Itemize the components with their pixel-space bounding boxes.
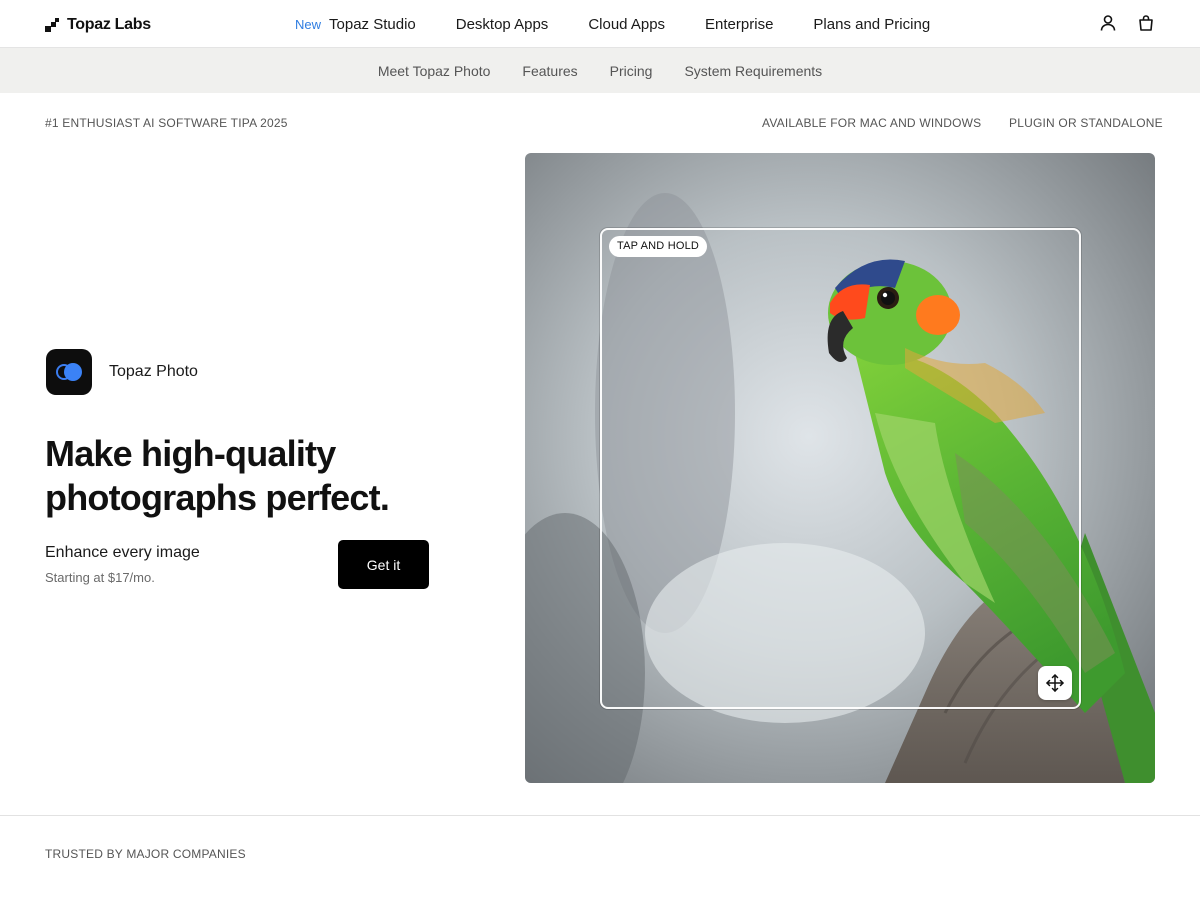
nav-link-cloud-apps[interactable]: Cloud Apps <box>588 16 665 33</box>
mode-label: PLUGIN OR STANDALONE <box>1009 116 1163 130</box>
nav-icons <box>1099 14 1155 32</box>
brand-name: Topaz Labs <box>67 16 151 33</box>
brand-logo[interactable]: Topaz Labs <box>45 16 151 33</box>
subnav-meet-topaz-photo[interactable]: Meet Topaz Photo <box>378 63 491 79</box>
get-it-button[interactable]: Get it <box>338 540 429 589</box>
hero-subheadline: Enhance every image <box>45 544 200 561</box>
account-icon[interactable] <box>1099 14 1117 32</box>
topaz-logo-icon <box>45 18 59 32</box>
price-note: Starting at $17/mo. <box>45 570 155 585</box>
award-label: #1 ENTHUSIAST AI SOFTWARE TIPA 2025 <box>45 116 288 130</box>
topaz-photo-app-icon <box>46 349 92 395</box>
hero-headline: Make high-quality photographs perfect. <box>45 433 390 518</box>
compare-frame[interactable] <box>600 228 1081 709</box>
nav-link-enterprise[interactable]: Enterprise <box>705 16 773 33</box>
platform-label: AVAILABLE FOR MAC AND WINDOWS <box>762 116 982 130</box>
new-badge: New <box>295 16 322 32</box>
subnav-pricing[interactable]: Pricing <box>610 63 653 79</box>
product-subnav: Meet Topaz Photo Features Pricing System… <box>0 48 1200 93</box>
top-navigation: Topaz Labs New Topaz Studio Desktop Apps… <box>0 0 1200 48</box>
nav-link-topaz-studio[interactable]: Topaz Studio <box>329 16 416 33</box>
trusted-by-label: TRUSTED BY MAJOR COMPANIES <box>45 847 246 861</box>
cart-icon[interactable] <box>1137 14 1155 32</box>
move-icon[interactable] <box>1038 666 1072 700</box>
nav-link-plans-pricing[interactable]: Plans and Pricing <box>813 16 930 33</box>
main-nav: New Topaz Studio Desktop Apps Cloud Apps… <box>295 0 970 48</box>
app-name: Topaz Photo <box>109 363 198 380</box>
tap-and-hold-badge: TAP AND HOLD <box>609 236 708 257</box>
nav-link-desktop-apps[interactable]: Desktop Apps <box>456 16 549 33</box>
subnav-system-requirements[interactable]: System Requirements <box>684 63 822 79</box>
subnav-features[interactable]: Features <box>522 63 577 79</box>
section-divider <box>0 815 1200 816</box>
